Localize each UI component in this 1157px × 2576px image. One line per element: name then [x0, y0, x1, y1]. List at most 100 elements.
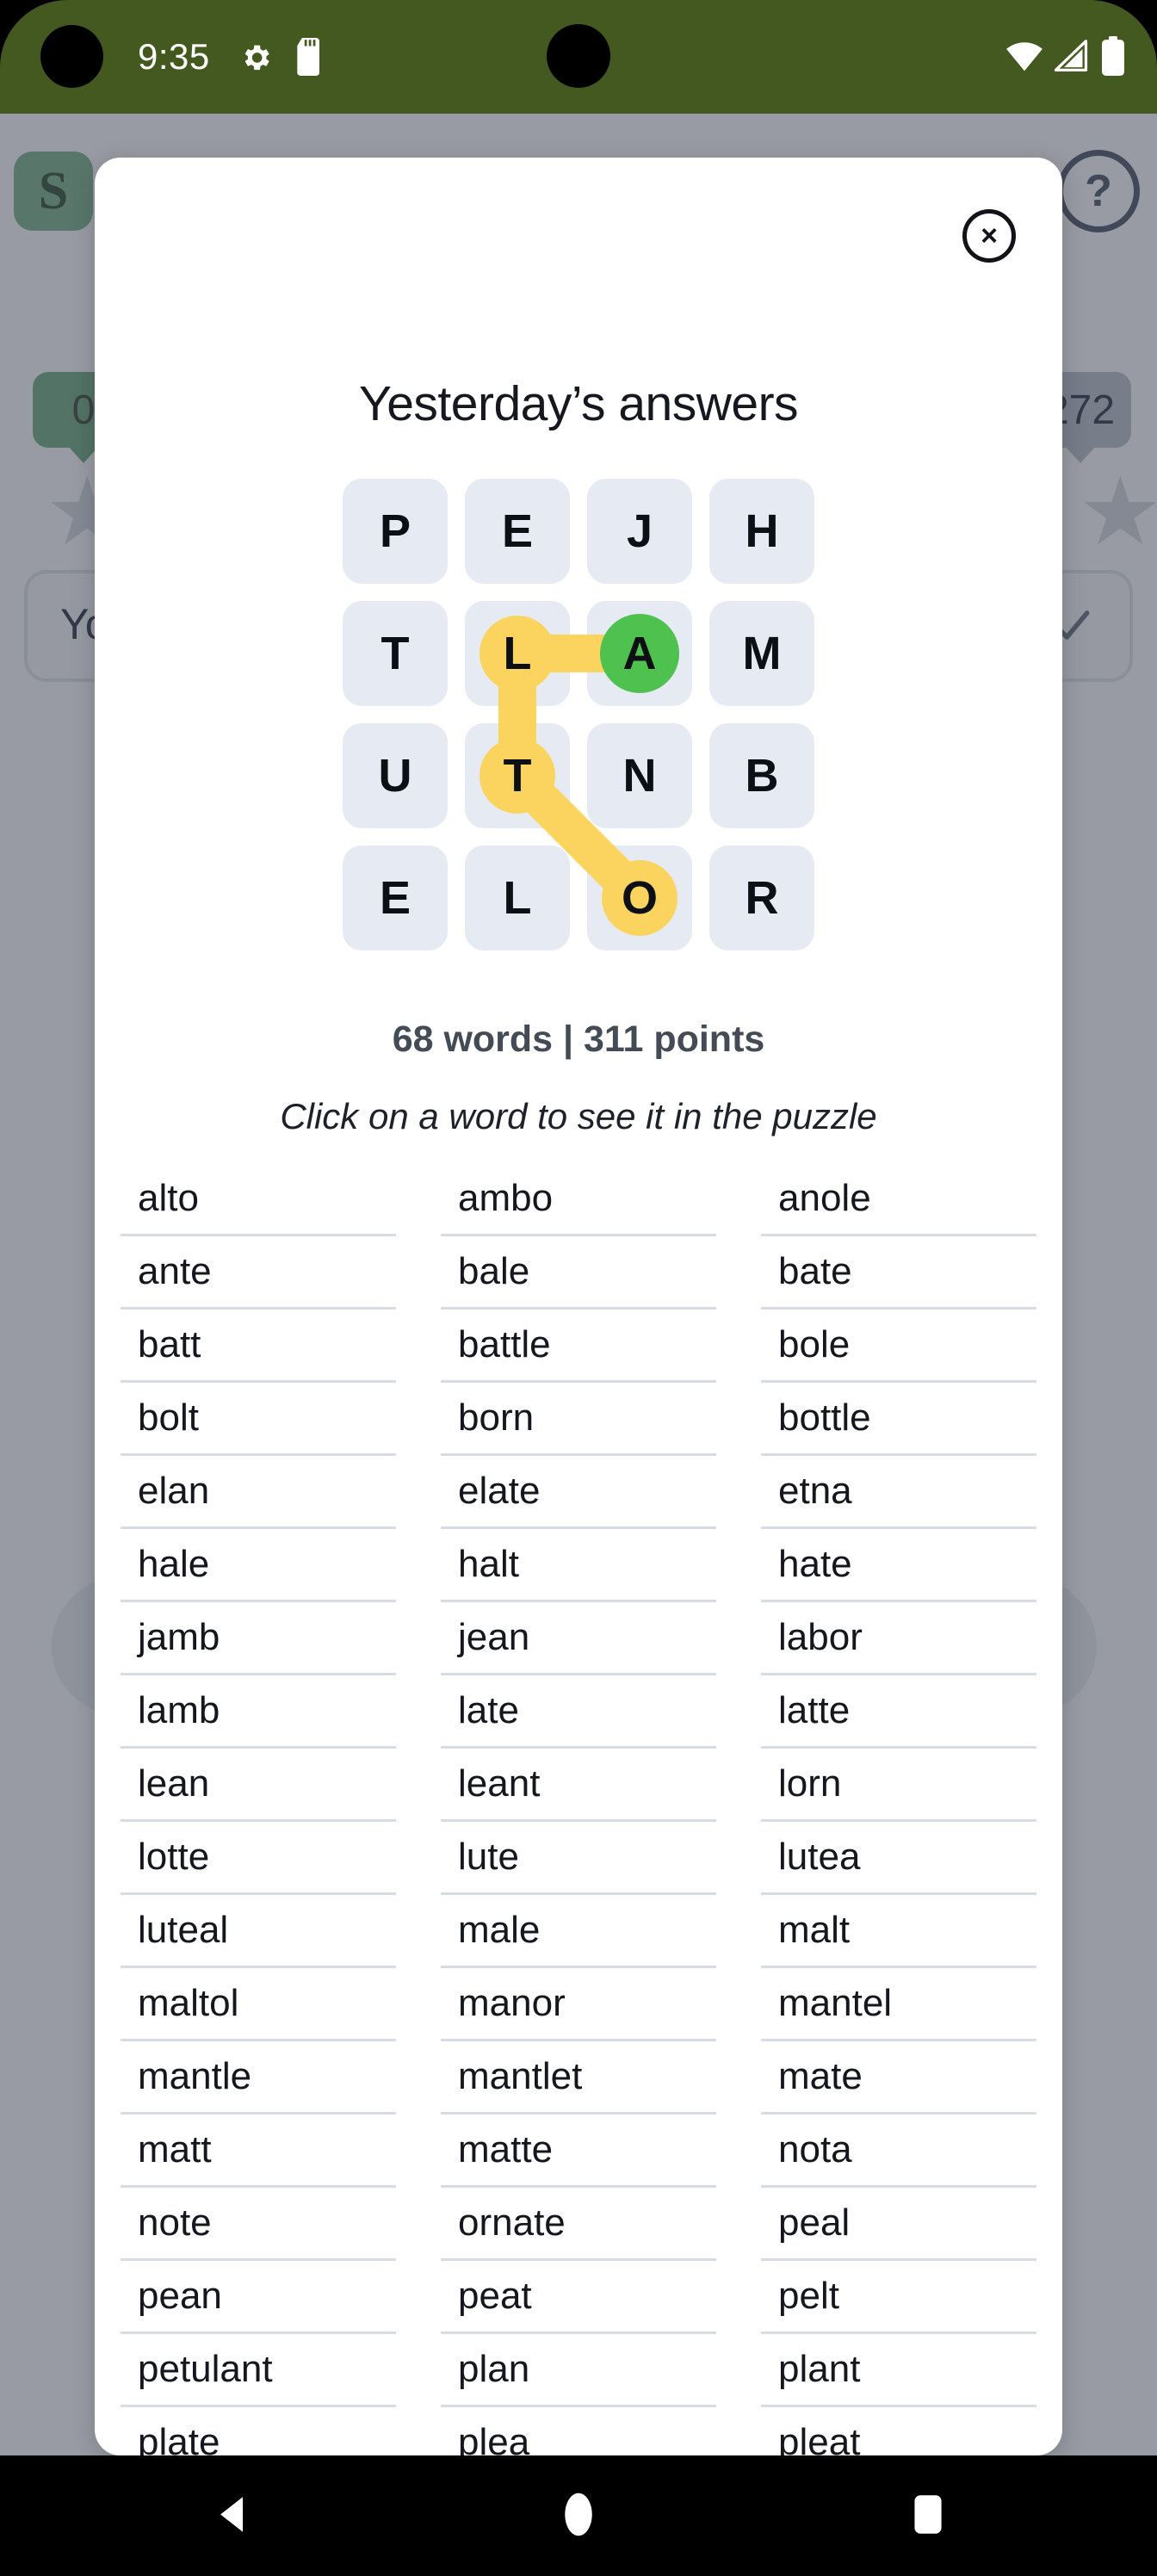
grid-cell: R — [709, 845, 814, 951]
word-item[interactable]: male — [441, 1895, 716, 1968]
close-icon[interactable]: × — [962, 209, 1016, 263]
word-item[interactable]: plant — [761, 2334, 1036, 2407]
word-item[interactable]: lutea — [761, 1822, 1036, 1895]
word-row: ante bale bate — [121, 1236, 1036, 1310]
word-item[interactable]: manor — [441, 1968, 716, 2041]
word-item[interactable]: late — [441, 1675, 716, 1749]
word-item[interactable]: batt — [121, 1310, 396, 1383]
word-row: hale halt hate — [121, 1529, 1036, 1602]
word-item[interactable]: mantle — [121, 2041, 396, 2115]
word-item[interactable]: malt — [761, 1895, 1036, 1968]
word-item[interactable]: pelt — [761, 2261, 1036, 2334]
word-item[interactable]: battle — [441, 1310, 716, 1383]
camera-punchhole-center — [547, 24, 610, 88]
battery-icon — [1102, 36, 1124, 76]
wifi-icon — [1006, 42, 1043, 71]
cell-signal-icon — [1054, 40, 1088, 72]
word-item[interactable]: elan — [121, 1456, 396, 1529]
letter-grid: PEJHTMUNBELR ALTO — [343, 479, 814, 951]
word-item[interactable]: plate — [121, 2407, 396, 2455]
grid-cell: E — [343, 845, 448, 951]
grid-cell — [587, 601, 692, 706]
letter-grid-cells: PEJHTMUNBELR — [343, 479, 814, 951]
word-item[interactable]: etna — [761, 1456, 1036, 1529]
grid-cell — [465, 601, 570, 706]
word-item[interactable]: ornate — [441, 2188, 716, 2261]
status-bar: 9:35 — [0, 0, 1157, 114]
word-row: lamb late latte — [121, 1675, 1036, 1749]
grid-cell: H — [709, 479, 814, 584]
word-row: petulant plan plant — [121, 2334, 1036, 2407]
status-clock: 9:35 — [138, 36, 210, 77]
word-item[interactable]: leant — [441, 1749, 716, 1822]
camera-punchhole-left — [40, 25, 103, 88]
word-item[interactable]: maltol — [121, 1968, 396, 2041]
grid-cell: M — [709, 601, 814, 706]
android-nav-bar — [0, 2455, 1157, 2576]
grid-cell: T — [343, 601, 448, 706]
word-item[interactable]: petulant — [121, 2334, 396, 2407]
word-item[interactable]: labor — [761, 1602, 1036, 1675]
word-item[interactable]: jamb — [121, 1602, 396, 1675]
word-row: matt matte nota — [121, 2115, 1036, 2188]
word-item[interactable]: mantlet — [441, 2041, 716, 2115]
word-row: alto ambo anole — [121, 1163, 1036, 1236]
home-icon[interactable] — [559, 2492, 598, 2541]
grid-cell: L — [465, 845, 570, 951]
word-item[interactable]: lorn — [761, 1749, 1036, 1822]
word-item[interactable]: bole — [761, 1310, 1036, 1383]
grid-cell: B — [709, 723, 814, 828]
word-item[interactable]: peat — [441, 2261, 716, 2334]
word-row: luteal male malt — [121, 1895, 1036, 1968]
grid-cell — [465, 723, 570, 828]
back-icon[interactable] — [212, 2492, 258, 2541]
word-item[interactable]: halt — [441, 1529, 716, 1602]
word-item[interactable]: pleat — [761, 2407, 1036, 2455]
word-item[interactable]: nota — [761, 2115, 1036, 2188]
word-item[interactable]: ante — [121, 1236, 396, 1310]
word-item[interactable]: lamb — [121, 1675, 396, 1749]
word-item[interactable]: elate — [441, 1456, 716, 1529]
word-item[interactable]: pean — [121, 2261, 396, 2334]
word-item[interactable]: latte — [761, 1675, 1036, 1749]
answer-word-list[interactable]: alto ambo anole ante bale bate batt battle bole b… — [121, 1163, 1036, 2455]
word-item[interactable]: peal — [761, 2188, 1036, 2261]
grid-cell: E — [465, 479, 570, 584]
word-item[interactable]: anole — [761, 1163, 1036, 1236]
word-item[interactable]: mate — [761, 2041, 1036, 2115]
yesterdays-answers-modal: × Yesterday’s answers PEJHTMUNBELR ALTO … — [95, 158, 1062, 2455]
word-item[interactable]: alto — [121, 1163, 396, 1236]
word-item[interactable]: born — [441, 1383, 716, 1456]
word-item[interactable]: bottle — [761, 1383, 1036, 1456]
word-item[interactable]: ambo — [441, 1163, 716, 1236]
word-item[interactable]: jean — [441, 1602, 716, 1675]
word-item[interactable]: mantel — [761, 1968, 1036, 2041]
word-item[interactable]: lotte — [121, 1822, 396, 1895]
word-item[interactable]: lean — [121, 1749, 396, 1822]
word-item[interactable]: lute — [441, 1822, 716, 1895]
word-item[interactable]: matt — [121, 2115, 396, 2188]
word-row: lean leant lorn — [121, 1749, 1036, 1822]
word-item[interactable]: hate — [761, 1529, 1036, 1602]
recents-icon[interactable] — [911, 2492, 945, 2541]
word-row: jamb jean labor — [121, 1602, 1036, 1675]
grid-cell: J — [587, 479, 692, 584]
word-item[interactable]: bale — [441, 1236, 716, 1310]
grid-cell — [587, 845, 692, 951]
word-item[interactable]: bolt — [121, 1383, 396, 1456]
grid-cell: U — [343, 723, 448, 828]
grid-cell: P — [343, 479, 448, 584]
word-item[interactable]: plea — [441, 2407, 716, 2455]
modal-title: Yesterday’s answers — [358, 376, 799, 431]
stats-line: 68 words | 311 points — [392, 1019, 765, 1060]
word-item[interactable]: luteal — [121, 1895, 396, 1968]
word-row: pean peat pelt — [121, 2261, 1036, 2334]
sd-card-icon — [297, 38, 319, 76]
word-row: maltol manor mantel — [121, 1968, 1036, 2041]
word-row: bolt born bottle — [121, 1383, 1036, 1456]
word-item[interactable]: hale — [121, 1529, 396, 1602]
word-item[interactable]: bate — [761, 1236, 1036, 1310]
word-item[interactable]: note — [121, 2188, 396, 2261]
word-item[interactable]: plan — [441, 2334, 716, 2407]
word-item[interactable]: matte — [441, 2115, 716, 2188]
